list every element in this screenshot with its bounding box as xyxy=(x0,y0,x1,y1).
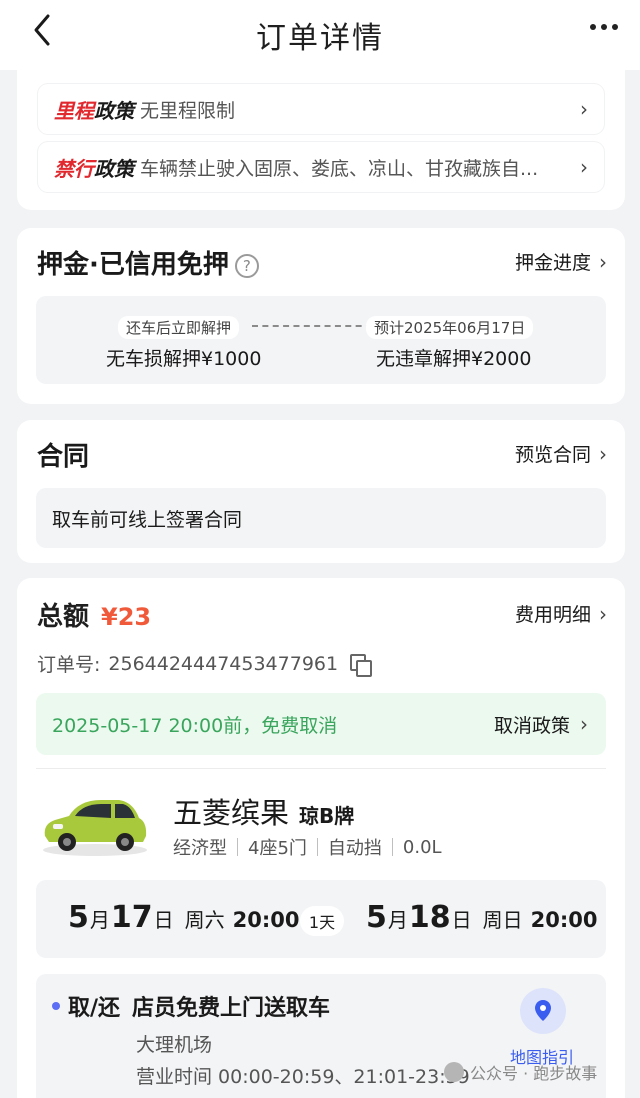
policy-text: 无里程限制 xyxy=(140,99,236,122)
contract-note: 取车前可线上签署合同 xyxy=(36,488,606,548)
pickup-day: 17 xyxy=(110,900,153,935)
policy-text: 车辆禁止驶入固原、娄底、凉山、甘孜藏族自... xyxy=(140,157,539,180)
pickup-service: 店员免费上门送取车 xyxy=(132,996,331,1021)
deposit-step-1: 还车后立即解押 xyxy=(118,316,240,339)
help-icon[interactable]: ? xyxy=(234,253,259,278)
business-hours: 营业时间 00:00-20:59、21:01-23:59 xyxy=(136,1066,470,1088)
deposit-value-1: 无车损解押¥1000 xyxy=(106,348,262,370)
free-cancel-text: 2025-05-17 20:00前，免费取消 xyxy=(52,714,338,737)
free-cancel-banner: 2025-05-17 20:00前，免费取消 取消政策 › xyxy=(36,693,606,755)
order-number-label: 订单号: xyxy=(37,654,101,676)
preview-contract-label: 预览合同 xyxy=(514,444,591,466)
spec-separator xyxy=(391,838,393,856)
car-spec-engine: 0.0L xyxy=(402,836,442,858)
total-amount: ¥23 xyxy=(101,603,152,631)
chevron-left-icon xyxy=(34,14,50,46)
spec-separator xyxy=(316,838,318,856)
chevron-right-icon: › xyxy=(599,601,607,626)
day-unit: 日 xyxy=(451,908,472,932)
policy-tag-black: 政策 xyxy=(94,98,134,123)
chevron-right-icon: › xyxy=(599,249,607,274)
pickup-date: 5 月 17 日 周六 20:00 xyxy=(68,900,299,935)
policy-card: 里程政策 无里程限制 › 禁行政策 车辆禁止驶入固原、娄底、凉山、甘孜藏族自..… xyxy=(17,70,625,210)
mileage-policy-row[interactable]: 里程政策 无里程限制 › xyxy=(38,84,604,134)
deposit-value-2: 无违章解押¥2000 xyxy=(376,348,532,370)
return-month: 5 xyxy=(366,900,387,935)
order-number: 2564424447453477961 xyxy=(108,652,339,675)
timeline-dashed-line xyxy=(252,325,372,327)
policy-tag: 禁行政策 xyxy=(54,153,140,182)
return-day: 18 xyxy=(408,900,451,935)
return-date: 5 月 18 日 周日 20:00 xyxy=(366,900,597,935)
deposit-timeline: 还车后立即解押 预计2025年06月17日 无车损解押¥1000 无违章解押¥2… xyxy=(36,296,606,384)
pickup-title: 取/还 店员免费上门送取车 xyxy=(68,990,330,1022)
page-title: 订单详情 xyxy=(256,21,384,56)
cancel-policy-label: 取消政策 xyxy=(493,714,570,737)
policy-tag-black: 政策 xyxy=(94,156,134,181)
fee-details-label: 费用明细 xyxy=(514,604,591,626)
rental-duration: 1天 xyxy=(300,906,344,936)
car-spec-class: 经济型 xyxy=(173,838,227,859)
chevron-right-icon: › xyxy=(580,155,588,179)
day-unit: 日 xyxy=(153,908,174,932)
spec-separator xyxy=(237,838,238,856)
car-name: 五菱缤果 xyxy=(173,796,290,830)
more-options-button[interactable] xyxy=(590,24,618,30)
fee-details-link[interactable]: 费用明细 › xyxy=(515,600,607,627)
bullet-dot-icon xyxy=(52,1002,60,1010)
pickup-month: 5 xyxy=(68,900,89,935)
more-dot-icon xyxy=(601,24,607,30)
deposit-progress-link[interactable]: 押金进度 › xyxy=(515,248,607,275)
chevron-right-icon: › xyxy=(580,97,588,121)
pickup-time: 20:00 xyxy=(232,908,300,932)
divider xyxy=(36,768,606,769)
return-time: 20:00 xyxy=(530,908,598,932)
car-image xyxy=(43,800,147,856)
preview-contract-link[interactable]: 预览合同 › xyxy=(515,440,607,467)
car-spec-seats: 4座5门 xyxy=(248,838,307,859)
total-row: 总额 ¥23 xyxy=(37,596,151,633)
watermark: 公众号 · 跑步故事 xyxy=(444,1060,597,1084)
policy-tag: 里程政策 xyxy=(54,95,140,124)
rental-dates: 5 月 17 日 周六 20:00 1天 5 月 18 日 周日 20:00 xyxy=(36,880,606,958)
month-unit: 月 xyxy=(387,908,408,932)
car-name-row: 五菱缤果 琼B牌 xyxy=(173,790,354,832)
pickup-mode: 取/还 xyxy=(68,996,121,1021)
pickup-weekday: 周六 xyxy=(184,908,225,932)
order-card: 总额 ¥23 费用明细 › 订单号: 2564424447453477961 2… xyxy=(17,578,625,1098)
return-weekday: 周日 xyxy=(482,908,523,932)
map-guide-button[interactable] xyxy=(520,988,566,1034)
chevron-right-icon: › xyxy=(599,441,607,466)
deposit-card: 押金·已信用免押? 押金进度 › 还车后立即解押 预计2025年06月17日 无… xyxy=(17,228,625,404)
back-button[interactable] xyxy=(26,10,62,50)
deposit-title: 押金·已信用免押? xyxy=(37,244,259,281)
car-plate: 琼B牌 xyxy=(299,804,355,828)
deposit-title-text: 押金·已信用免押 xyxy=(37,250,229,280)
chevron-right-icon: › xyxy=(580,712,588,736)
pickup-location: 大理机场 xyxy=(136,1034,213,1056)
watermark-text: 公众号 · 跑步故事 xyxy=(470,1064,598,1083)
deposit-step-2: 预计2025年06月17日 xyxy=(366,316,534,339)
restriction-policy-row[interactable]: 禁行政策 车辆禁止驶入固原、娄底、凉山、甘孜藏族自... › xyxy=(38,142,604,192)
top-nav-bar: 订单详情 xyxy=(0,0,640,70)
location-pin-icon xyxy=(535,1000,551,1021)
policy-tag-red: 里程 xyxy=(54,98,94,123)
wechat-icon xyxy=(444,1062,464,1082)
car-spec-transmission: 自动挡 xyxy=(327,838,382,859)
copy-icon[interactable] xyxy=(350,653,373,677)
more-dot-icon xyxy=(612,24,618,30)
month-unit: 月 xyxy=(89,908,110,932)
car-specs: 经济型 4座5门 自动挡 0.0L xyxy=(173,834,442,860)
cancel-policy-link[interactable]: 取消政策 › xyxy=(494,711,588,738)
deposit-progress-label: 押金进度 xyxy=(514,252,591,274)
contract-card: 合同 预览合同 › 取车前可线上签署合同 xyxy=(17,420,625,563)
policy-tag-red: 禁行 xyxy=(54,156,94,181)
contract-title: 合同 xyxy=(37,442,90,472)
order-number-row: 订单号: 2564424447453477961 xyxy=(37,650,373,677)
total-label: 总额 xyxy=(37,602,90,632)
more-dot-icon xyxy=(590,24,596,30)
